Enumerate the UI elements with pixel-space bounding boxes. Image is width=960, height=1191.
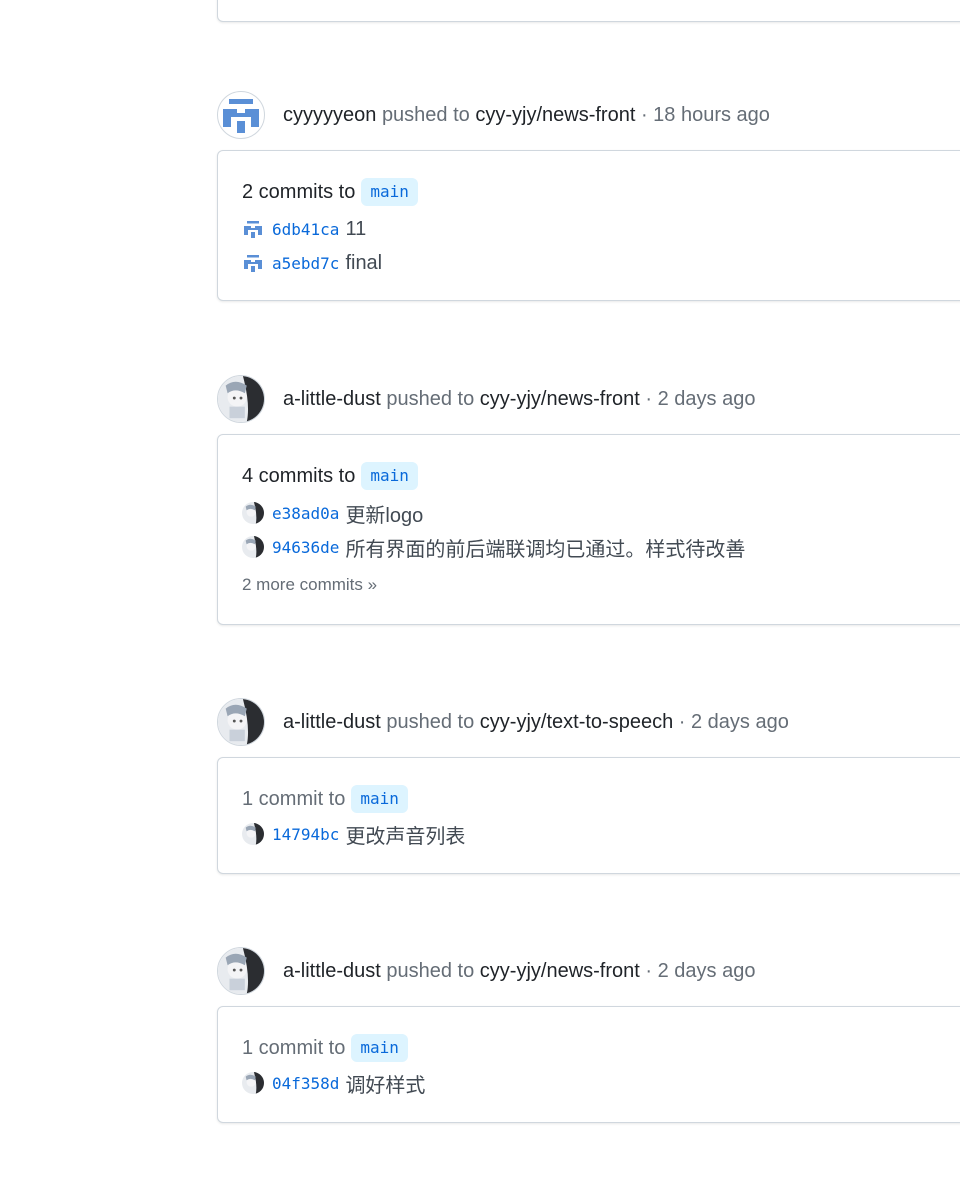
event-card: 2 commits to main 6db41ca 11 a5ebd7c fin… (217, 150, 960, 301)
commit-sha-link[interactable]: 14794bc (272, 825, 339, 844)
event-card: 1 commit to main 04f358d 调好样式 (217, 1006, 960, 1123)
event-card: 4 commits to main e38ad0a 更新logo 94636de… (217, 434, 960, 625)
branch-badge[interactable]: main (361, 462, 418, 490)
action-text: pushed to (386, 959, 475, 982)
commit-count: 2 commits to (242, 180, 356, 203)
anime-avatar-icon[interactable] (242, 823, 264, 845)
commit-sha-link[interactable]: a5ebd7c (272, 254, 339, 273)
commit-summary: 1 commit to main (242, 1033, 952, 1063)
identicon-icon[interactable] (242, 252, 264, 274)
feed-event: a-little-dust pushed to cyy-yjy/news-fro… (217, 374, 960, 625)
commit-row: a5ebd7c final (242, 247, 952, 279)
anime-avatar-icon[interactable] (217, 698, 265, 746)
repo-link[interactable]: cyy-yjy/news-front (475, 104, 635, 126)
event-header: a-little-dust pushed to cyy-yjy/news-fro… (217, 374, 960, 424)
event-header: a-little-dust pushed to cyy-yjy/news-fro… (217, 946, 960, 996)
commit-row: 04f358d 调好样式 (242, 1067, 952, 1099)
event-time: · 2 days ago (645, 959, 756, 982)
commit-row: 14794bc 更改声音列表 (242, 818, 952, 850)
branch-badge[interactable]: main (351, 785, 408, 813)
repo-link[interactable]: cyy-yjy/text-to-speech (480, 711, 673, 733)
more-commits-link[interactable]: 2 more commits » (242, 575, 952, 595)
event-card: 1 commit to main 14794bc 更改声音列表 (217, 757, 960, 874)
anime-avatar-icon[interactable] (242, 536, 264, 558)
commit-sha-link[interactable]: 6db41ca (272, 220, 339, 239)
branch-badge[interactable]: main (361, 178, 418, 206)
commit-message: 11 (345, 217, 367, 240)
commit-row: 94636de 所有界面的前后端联调均已通过。样式待改善 (242, 531, 952, 563)
anime-avatar-icon[interactable] (242, 502, 264, 524)
event-header: cyyyyyeon pushed to cyy-yjy/news-front ·… (217, 90, 960, 140)
commit-message: final (345, 251, 383, 274)
commit-message: 更改声音列表 (345, 825, 466, 848)
action-text: pushed to (386, 710, 475, 733)
commit-count: 1 commit to (242, 787, 346, 810)
event-title: a-little-dust pushed to cyy-yjy/text-to-… (283, 711, 789, 734)
anime-avatar-icon[interactable] (242, 1072, 264, 1094)
commit-sha-link[interactable]: 94636de (272, 538, 339, 557)
identicon-icon[interactable] (217, 91, 265, 139)
event-time: · 2 days ago (678, 710, 789, 733)
actor-link[interactable]: cyyyyyeon (283, 104, 376, 126)
commit-sha-link[interactable]: 04f358d (272, 1074, 339, 1093)
commit-message: 调好样式 (345, 1074, 426, 1097)
anime-avatar-icon[interactable] (217, 375, 265, 423)
event-time: · 2 days ago (645, 387, 756, 410)
commit-summary: 4 commits to main (242, 461, 952, 491)
branch-badge[interactable]: main (351, 1034, 408, 1062)
actor-link[interactable]: a-little-dust (283, 711, 381, 733)
commit-count: 1 commit to (242, 1036, 346, 1059)
previous-event-card (217, 0, 960, 22)
event-title: cyyyyyeon pushed to cyy-yjy/news-front ·… (283, 104, 770, 127)
feed-event: a-little-dust pushed to cyy-yjy/news-fro… (217, 946, 960, 1123)
commit-row: e38ad0a 更新logo (242, 497, 952, 529)
identicon-icon[interactable] (242, 218, 264, 240)
commit-message: 更新logo (345, 504, 424, 527)
repo-link[interactable]: cyy-yjy/news-front (480, 388, 640, 410)
actor-link[interactable]: a-little-dust (283, 960, 381, 982)
event-header: a-little-dust pushed to cyy-yjy/text-to-… (217, 697, 960, 747)
commit-message: 所有界面的前后端联调均已通过。样式待改善 (345, 538, 746, 561)
action-text: pushed to (386, 387, 475, 410)
anime-avatar-icon[interactable] (217, 947, 265, 995)
commit-row: 6db41ca 11 (242, 213, 952, 245)
event-title: a-little-dust pushed to cyy-yjy/news-fro… (283, 388, 755, 411)
commit-summary: 2 commits to main (242, 177, 952, 207)
event-time: · 18 hours ago (640, 103, 770, 126)
actor-link[interactable]: a-little-dust (283, 388, 381, 410)
repo-link[interactable]: cyy-yjy/news-front (480, 960, 640, 982)
commit-summary: 1 commit to main (242, 784, 952, 814)
commit-count: 4 commits to (242, 464, 356, 487)
event-title: a-little-dust pushed to cyy-yjy/news-fro… (283, 960, 755, 983)
commit-sha-link[interactable]: e38ad0a (272, 504, 339, 523)
action-text: pushed to (381, 103, 470, 126)
feed-event: cyyyyyeon pushed to cyy-yjy/news-front ·… (217, 90, 960, 301)
feed-event: a-little-dust pushed to cyy-yjy/text-to-… (217, 697, 960, 874)
